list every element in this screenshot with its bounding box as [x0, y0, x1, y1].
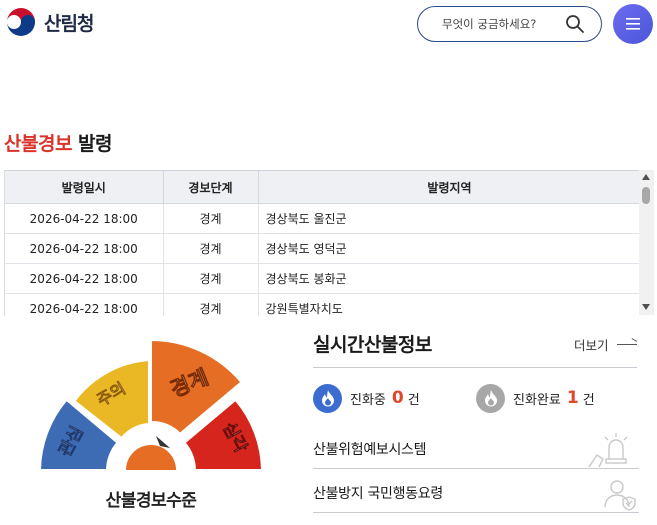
- more-link[interactable]: 더보기: [574, 335, 637, 354]
- table-row: 2026-04-22 18:00 경계 경상북도 영덕군: [5, 233, 640, 264]
- alert-title-rest: 발령: [78, 133, 113, 155]
- alert-section-title: 산불경보 발령: [4, 129, 113, 156]
- fire-alert-gauge: 관심 주의 경계 심각: [38, 338, 264, 476]
- scrollbar-thumb[interactable]: [642, 187, 650, 204]
- menu-button[interactable]: [613, 4, 653, 44]
- status-label: 진화완료: [513, 392, 561, 408]
- cell-region: 경상북도 봉화군: [258, 263, 640, 294]
- table-row: 2026-04-22 18:00 경계 경상북도 봉화군: [5, 263, 640, 294]
- table-scrollbar[interactable]: [639, 170, 654, 315]
- link-label: 산불방지 국민행동요령: [313, 486, 443, 502]
- cell-level: 경계: [163, 263, 259, 294]
- korea-government-logo-icon[interactable]: [4, 5, 38, 39]
- cell-region: 경상북도 영덕군: [258, 233, 640, 264]
- cell-region: 경상북도 울진군: [258, 203, 640, 234]
- scroll-up-arrow-icon[interactable]: [642, 174, 650, 180]
- hamburger-icon: [626, 18, 640, 30]
- alert-table: 발령일시 경보단계 발령지역 2026-04-22 18:00 경계 경상북도 …: [5, 171, 640, 316]
- status-in-progress[interactable]: 진화중 0 건: [313, 383, 420, 413]
- search-bar[interactable]: [417, 6, 602, 42]
- alert-table-container[interactable]: 발령일시 경보단계 발령지역 2026-04-22 18:00 경계 경상북도 …: [4, 170, 640, 316]
- more-link-label: 더보기: [574, 338, 609, 353]
- cell-datetime: 2026-04-22 18:00: [5, 203, 164, 234]
- divider: [313, 367, 637, 368]
- cell-level: 경계: [163, 233, 259, 264]
- table-row: 2026-04-22 18:00 경계 강원특별자치도: [5, 293, 640, 316]
- cell-level: 경계: [163, 293, 259, 316]
- status-label: 진화중: [350, 392, 386, 408]
- table-row: 2026-04-22 18:00 경계 경상북도 울진군: [5, 203, 640, 234]
- arrow-right-icon: [616, 344, 637, 345]
- cell-level: 경계: [163, 203, 259, 234]
- fire-icon: [476, 383, 505, 413]
- status-unit: 건: [407, 392, 420, 408]
- person-shield-icon: [604, 480, 636, 511]
- status-completed[interactable]: 진화완료 1 건: [476, 383, 595, 413]
- search-input[interactable]: [440, 16, 584, 32]
- fire-icon: [313, 383, 342, 413]
- status-count: 1: [566, 388, 579, 408]
- scroll-down-arrow-icon[interactable]: [642, 304, 650, 310]
- status-count: 0: [391, 388, 404, 408]
- search-icon[interactable]: [565, 14, 585, 34]
- table-header-row: 발령일시 경보단계 발령지역: [5, 171, 640, 204]
- status-unit: 건: [582, 392, 595, 408]
- cell-datetime: 2026-04-22 18:00: [5, 263, 164, 294]
- link-fire-risk-forecast[interactable]: 산불위험예보시스템: [313, 433, 639, 469]
- cell-datetime: 2026-04-22 18:00: [5, 293, 164, 316]
- cell-region: 강원특별자치도: [258, 293, 640, 316]
- logo-text[interactable]: 산림청: [44, 9, 94, 36]
- column-header-region: 발령지역: [258, 171, 640, 204]
- link-label: 산불위험예보시스템: [313, 442, 427, 458]
- gauge-caption: 산불경보수준: [105, 491, 197, 511]
- siren-icon: [588, 433, 628, 468]
- realtime-title: 실시간산불정보: [313, 334, 432, 356]
- column-header-datetime: 발령일시: [5, 171, 164, 204]
- column-header-level: 경보단계: [163, 171, 259, 204]
- link-fire-prevention-guide[interactable]: 산불방지 국민행동요령: [313, 479, 639, 513]
- alert-title-highlight: 산불경보: [4, 133, 72, 155]
- cell-datetime: 2026-04-22 18:00: [5, 233, 164, 264]
